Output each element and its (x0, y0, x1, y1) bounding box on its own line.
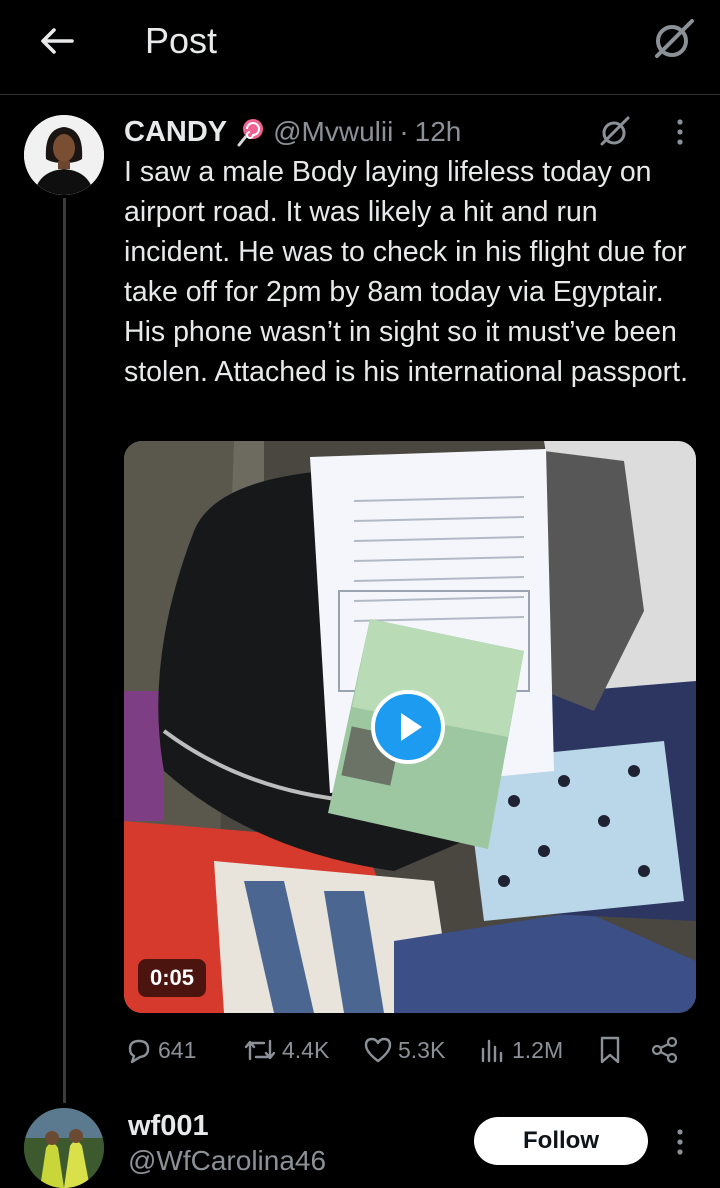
repost-button[interactable]: 4.4K (242, 1030, 329, 1070)
post-timestamp[interactable]: 12h (415, 116, 462, 148)
post-header: CANDY @Mvwulii · 12h (124, 112, 461, 152)
play-icon (401, 713, 422, 741)
grok-icon[interactable] (648, 16, 696, 64)
bookmark-button[interactable] (596, 1030, 628, 1070)
header-divider (0, 94, 720, 95)
more-options-icon[interactable] (666, 114, 694, 150)
thread-line (63, 198, 66, 1103)
post-actions: 641 4.4K 5.3K 1.2M (124, 1030, 696, 1070)
views-count: 1.2M (512, 1036, 564, 1063)
views-button[interactable]: 1.2M (478, 1030, 563, 1070)
top-bar: Post (0, 0, 720, 94)
like-button[interactable]: 5.3K (362, 1030, 445, 1070)
post-text: I saw a male Body laying lifeless today … (124, 156, 689, 388)
reply-count: 641 (158, 1036, 197, 1063)
reply-author-handle[interactable]: @WfCarolina46 (128, 1145, 326, 1177)
bookmark-icon (600, 1036, 620, 1064)
video-media[interactable]: 0:05 (124, 441, 696, 1013)
reply-icon (128, 1039, 150, 1064)
video-duration: 0:05 (138, 959, 207, 997)
share-icon (651, 1036, 678, 1064)
reply-author-avatar[interactable] (24, 1108, 104, 1188)
author-avatar[interactable] (24, 115, 104, 195)
back-arrow-icon[interactable] (32, 18, 80, 66)
author-handle[interactable]: @Mvwulii (273, 116, 393, 148)
page-title: Post (145, 20, 218, 61)
views-chart-icon (481, 1039, 503, 1063)
grok-icon[interactable] (596, 114, 632, 150)
header-separator: · (399, 116, 409, 147)
repost-icon (244, 1039, 276, 1061)
reply-more-options-icon[interactable] (666, 1124, 694, 1160)
reply-button[interactable]: 641 (124, 1030, 196, 1070)
play-button[interactable] (371, 690, 445, 764)
reply-author-display-name[interactable]: wf001 (128, 1110, 209, 1143)
repost-count: 4.4K (282, 1036, 330, 1063)
like-count: 5.3K (398, 1036, 446, 1063)
heart-icon (364, 1037, 392, 1063)
follow-button[interactable]: Follow (474, 1117, 648, 1165)
share-button[interactable] (650, 1030, 684, 1070)
author-display-name[interactable]: CANDY (124, 116, 227, 149)
lollipop-icon (235, 117, 265, 147)
